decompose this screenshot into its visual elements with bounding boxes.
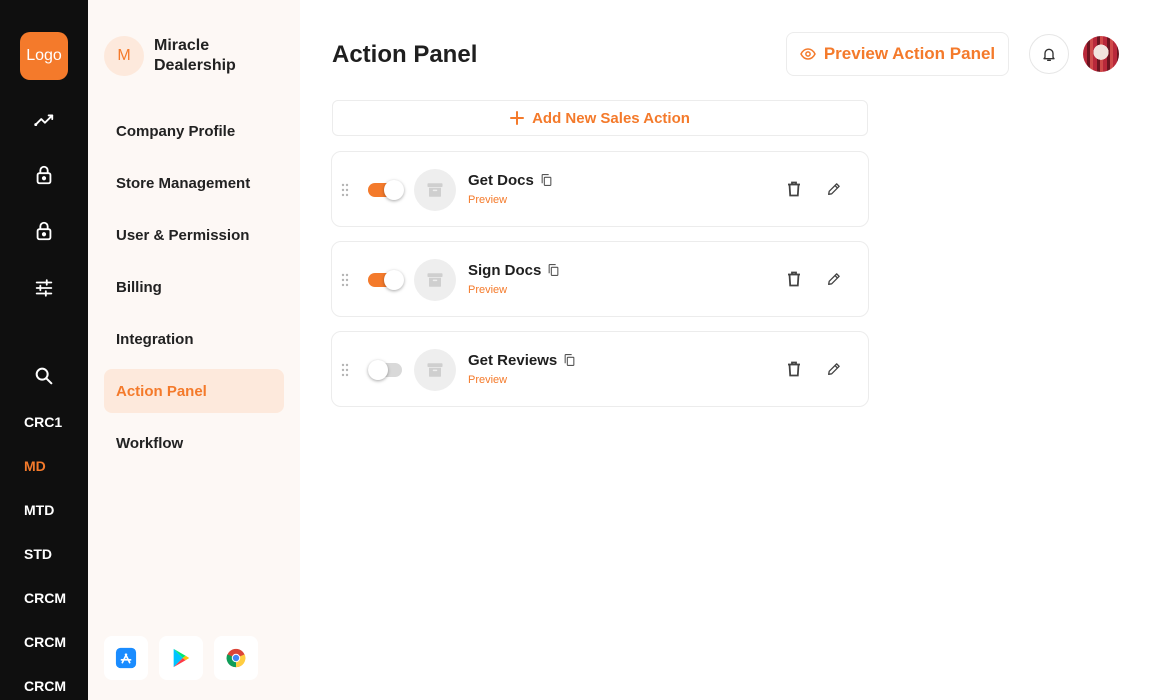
rail-item-crcm[interactable]: CRCM [24,634,66,650]
sidebar-item-company-profile[interactable]: Company Profile [104,109,284,153]
notifications-button[interactable] [1029,34,1069,74]
google-play-icon[interactable] [159,636,203,680]
lock-icon[interactable] [32,219,56,243]
action-toggle[interactable] [368,359,404,381]
user-avatar[interactable] [1083,36,1119,72]
action-card: Get Reviews Preview [331,331,869,407]
action-toggle[interactable] [368,179,404,201]
action-card: Sign Docs Preview [331,241,869,317]
sidebar-item-integration[interactable]: Integration [104,317,284,361]
icon-rail: Logo CRC1 MD MTD STD CRCM CRCM CRCM [0,0,88,700]
rail-item-md[interactable]: MD [24,458,46,474]
copy-icon[interactable] [547,263,560,277]
sliders-icon[interactable] [32,276,56,300]
trash-icon[interactable] [784,179,804,199]
action-name: Get Reviews [468,352,558,369]
action-preview-link[interactable]: Preview [468,284,507,296]
action-preview-link[interactable]: Preview [468,194,507,206]
drag-handle-icon[interactable] [341,363,349,377]
action-toggle[interactable] [368,269,404,291]
sidebar-item-store-management[interactable]: Store Management [104,161,284,205]
archive-icon [414,259,456,301]
org-name: Miracle Dealership [154,37,236,74]
page-title: Action Panel [332,41,478,68]
edit-icon[interactable] [824,359,844,379]
rail-item-crc1[interactable]: CRC1 [24,414,62,430]
settings-sidebar: M Miracle Dealership Company Profile Sto… [88,0,300,700]
sidebar-item-billing[interactable]: Billing [104,265,284,309]
bell-icon [1041,46,1057,62]
copy-icon[interactable] [540,173,553,187]
logo[interactable]: Logo [20,32,68,80]
lock-icon[interactable] [32,163,56,187]
rail-item-crcm[interactable]: CRCM [24,678,66,694]
action-name: Sign Docs [468,262,542,279]
copy-icon[interactable] [563,353,576,367]
edit-icon[interactable] [824,269,844,289]
trash-icon[interactable] [784,269,804,289]
drag-handle-icon[interactable] [341,183,349,197]
app-store-icon[interactable] [104,636,148,680]
org-avatar: M [104,36,144,76]
add-new-sales-action-label: Add New Sales Action [532,109,690,127]
drag-handle-icon[interactable] [341,273,349,287]
search-icon[interactable] [32,364,56,388]
preview-action-panel-button[interactable]: Preview Action Panel [786,32,1009,76]
edit-icon[interactable] [824,179,844,199]
app-root: Logo CRC1 MD MTD STD CRCM CRCM CRCM M Mi… [0,0,1152,700]
plus-icon [510,111,525,125]
rail-item-mtd[interactable]: MTD [24,502,54,518]
trash-icon[interactable] [784,359,804,379]
add-new-sales-action-button[interactable]: Add New Sales Action [332,100,868,136]
action-name: Get Docs [468,172,534,189]
sidebar-item-workflow[interactable]: Workflow [104,421,284,465]
preview-action-panel-label: Preview Action Panel [823,44,996,63]
rail-item-crcm[interactable]: CRCM [24,590,66,606]
rail-item-std[interactable]: STD [24,546,52,562]
archive-icon [414,169,456,211]
eye-icon [800,46,816,62]
archive-icon [414,349,456,391]
sidebar-item-action-panel[interactable]: Action Panel [104,369,284,413]
action-preview-link[interactable]: Preview [468,374,507,386]
chrome-icon[interactable] [214,636,258,680]
analytics-icon[interactable] [32,108,56,132]
sidebar-item-user-permission[interactable]: User & Permission [104,213,284,257]
action-card: Get Docs Preview [331,151,869,227]
